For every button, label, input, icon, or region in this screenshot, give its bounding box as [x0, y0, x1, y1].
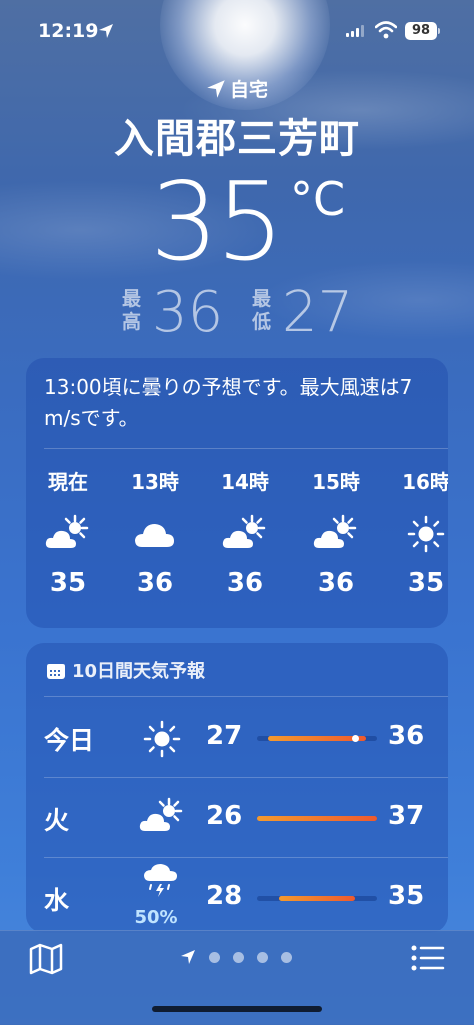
- current-temperature: 35: [150, 160, 284, 285]
- cloud-icon: [119, 508, 191, 560]
- sun-icon: [132, 719, 192, 769]
- partly-cloudy-icon: [300, 508, 372, 560]
- list-icon[interactable]: [410, 943, 446, 973]
- location-label-row: 自宅: [0, 75, 474, 102]
- hour-label: 14時: [221, 470, 269, 494]
- day-high-temperature: 37: [388, 801, 425, 831]
- ten-day-title: 10日間天気予報: [72, 661, 206, 682]
- battery-tip: [438, 28, 440, 34]
- hour-item: 現在 35: [32, 466, 104, 598]
- forecast-summary: 13:00頃に曇りの予想です。最大風速は7 m/sです。: [44, 375, 413, 430]
- temperature-range-fill: [257, 816, 377, 821]
- location-label: 自宅: [229, 79, 268, 101]
- hour-item: 13時 36: [119, 466, 191, 598]
- day-row[interactable]: 水 50% 28 35: [26, 857, 448, 933]
- day-name: 火: [44, 806, 70, 835]
- cellular-signal-icon: [346, 25, 366, 37]
- location-arrow-icon: [207, 80, 225, 98]
- ten-day-header: 10日間天気予報: [46, 657, 205, 683]
- current-temperature-dot: [351, 735, 359, 742]
- partly-cloudy-icon: [209, 508, 281, 560]
- partly-cloudy-icon: [32, 508, 104, 560]
- calendar-icon: [47, 664, 65, 679]
- city-name: 入間郡三芳町: [114, 116, 360, 162]
- low-value: 27: [282, 280, 354, 345]
- hour-label: 13時: [131, 470, 179, 494]
- day-high-temperature: 35: [388, 881, 425, 911]
- day-name: 水: [44, 886, 70, 915]
- hour-temperature: 36: [136, 568, 174, 598]
- temperature-range-bar: [257, 735, 377, 742]
- day-low-temperature: 26: [206, 801, 243, 831]
- high-value: 36: [152, 280, 224, 345]
- hour-temperature: 35: [49, 568, 87, 598]
- wifi-icon: [375, 21, 397, 39]
- hour-temperature: 36: [226, 568, 264, 598]
- page-dot: [233, 952, 244, 963]
- day-low-temperature: 28: [206, 881, 243, 911]
- hourly-forecast-card[interactable]: 13:00頃に曇りの予想です。最大風速は7 m/sです。 現在 35 13時 3…: [26, 358, 448, 628]
- partly-cloudy-icon: [132, 797, 192, 847]
- home-indicator[interactable]: [152, 1006, 322, 1012]
- day-row[interactable]: 今日 27 36: [26, 697, 448, 777]
- location-arrow-icon: [181, 950, 195, 964]
- page-dot: [257, 952, 268, 963]
- hour-temperature: 35: [407, 568, 445, 598]
- sun-icon: [390, 508, 448, 560]
- temperature-unit: °C: [290, 172, 346, 226]
- ten-day-forecast-card[interactable]: 10日間天気予報 今日 27 36 火 26 37 水 50% 28 35: [26, 643, 448, 933]
- thunder-rain-icon: [132, 863, 192, 913]
- low-label: 最低: [252, 288, 272, 333]
- temperature-range-bar: [257, 896, 377, 901]
- hour-item: 16時 35: [390, 466, 448, 598]
- status-bar: 12:19 98: [0, 18, 474, 46]
- hour-label: 15時: [312, 470, 360, 494]
- temperature-range-bar: [257, 816, 377, 821]
- precipitation-chance: 50%: [134, 907, 178, 928]
- day-low-temperature: 27: [206, 721, 243, 751]
- page-dot: [281, 952, 292, 963]
- hour-label: 16時: [402, 470, 448, 494]
- page-dot: [209, 952, 220, 963]
- high-label: 最高: [122, 288, 142, 333]
- day-high-temperature: 36: [388, 721, 425, 751]
- hour-temperature: 36: [317, 568, 355, 598]
- divider: [44, 448, 448, 449]
- hour-label: 現在: [48, 470, 88, 494]
- location-arrow-icon: [99, 24, 113, 38]
- page-indicator[interactable]: [180, 949, 300, 965]
- status-time: 12:19: [38, 20, 99, 42]
- map-icon[interactable]: [28, 943, 64, 975]
- day-name: 今日: [44, 726, 95, 755]
- day-row[interactable]: 火 26 37: [26, 777, 448, 857]
- hour-item: 14時 36: [209, 466, 281, 598]
- temperature-range-fill: [278, 896, 356, 901]
- hour-item: 15時 36: [300, 466, 372, 598]
- battery-level: 98: [405, 22, 437, 40]
